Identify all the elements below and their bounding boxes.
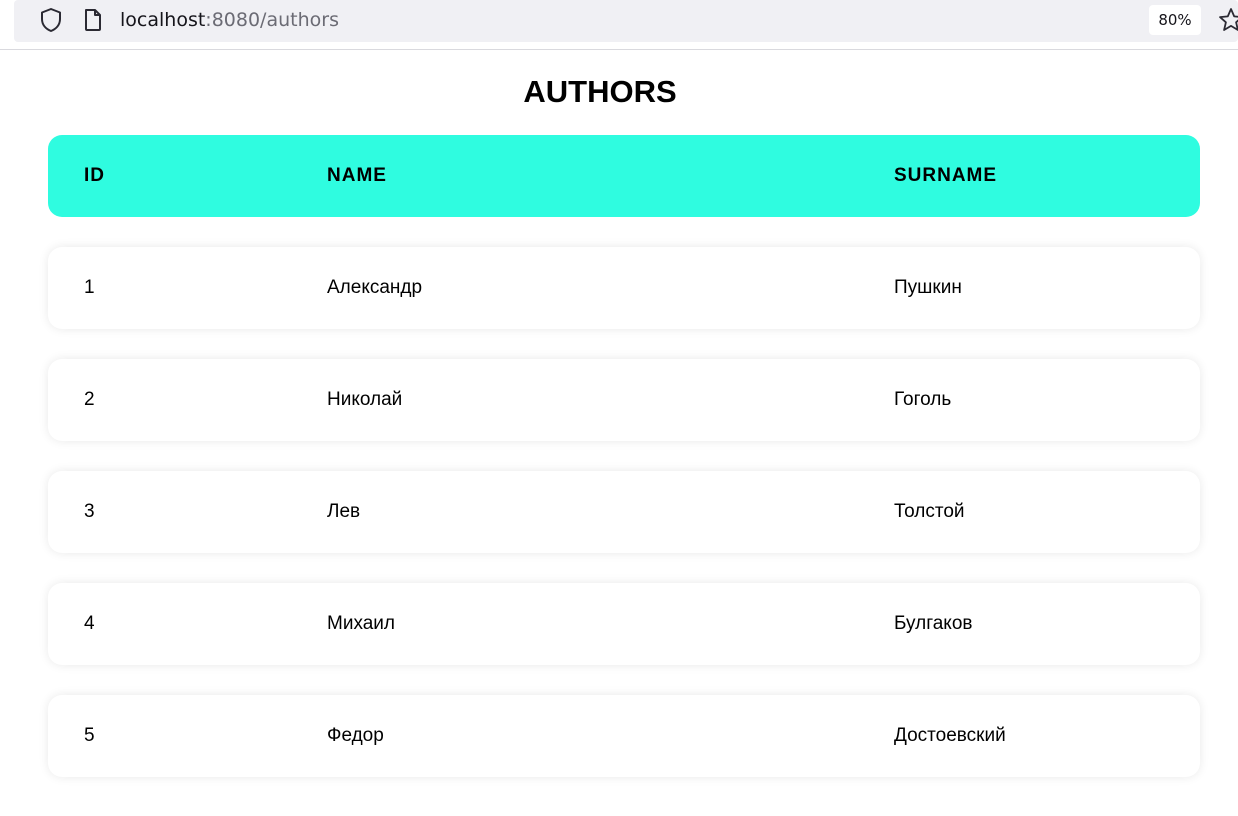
url-host: localhost (120, 9, 206, 31)
cell-name: Михаил (327, 613, 395, 634)
header-name: NAME (327, 165, 387, 186)
page-icon[interactable] (82, 8, 104, 32)
header-id: ID (84, 165, 105, 186)
zoom-level-button[interactable]: 80% (1149, 5, 1201, 35)
cell-surname: Пушкин (894, 277, 962, 298)
cell-surname: Гоголь (894, 389, 952, 410)
cell-id: 3 (84, 501, 95, 522)
browser-toolbar: localhost:8080/authors 80% (0, 0, 1238, 50)
table-row: 4 Михаил Булгаков (48, 583, 1200, 665)
cell-surname: Достоевский (894, 725, 1006, 746)
cell-id: 1 (84, 277, 95, 298)
cell-name: Федор (327, 725, 384, 746)
cell-name: Александр (327, 277, 423, 298)
header-surname: SURNAME (894, 165, 998, 186)
cell-name: Лев (327, 501, 361, 522)
page-title: AUTHORS (523, 74, 677, 109)
table-row: 2 Николай Гоголь (48, 359, 1200, 441)
url-path: :8080/authors (205, 9, 339, 31)
address-bar[interactable]: localhost:8080/authors 80% (14, 0, 1238, 42)
table-row: 1 Александр Пушкин (48, 247, 1200, 329)
cell-surname: Толстой (894, 501, 965, 522)
table-header-row: ID NAME SURNAME (48, 135, 1200, 217)
table-row: 5 Федор Достоевский (48, 695, 1200, 777)
cell-surname: Булгаков (894, 613, 973, 634)
url-text[interactable]: localhost:8080/authors (120, 8, 339, 32)
cell-id: 4 (84, 613, 95, 634)
table-row: 3 Лев Толстой (48, 471, 1200, 553)
shield-icon[interactable] (38, 7, 64, 33)
cell-id: 5 (84, 725, 95, 746)
star-icon[interactable] (1217, 7, 1238, 33)
cell-name: Николай (327, 389, 403, 410)
cell-id: 2 (84, 389, 95, 410)
